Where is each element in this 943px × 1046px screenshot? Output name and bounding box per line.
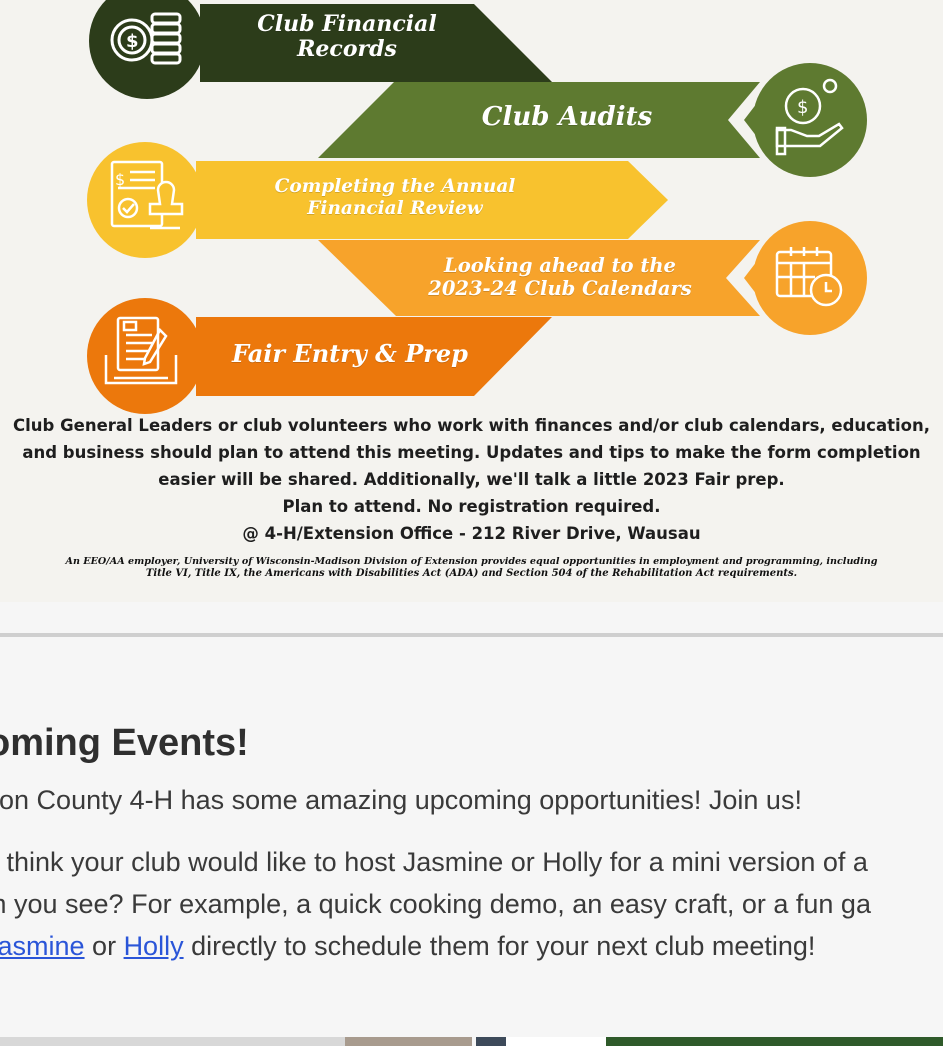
flyer-location-line: @ 4-H/Extension Office - 212 River Drive… [242,524,701,543]
banner-calendars-label: Looking ahead to the 2023-24 Club Calend… [428,254,692,300]
svg-text:$: $ [126,31,139,52]
jasmine-link[interactable]: Jasmine [0,931,85,961]
banner-review-label: Completing the Annual Financial Review [274,176,516,219]
flyer-eeo-statement: Title VI, Title IX, the Americans with D… [145,568,798,579]
events-body-line: m you see? For example, a quick cooking … [0,889,871,919]
banner-audits-label: Club Audits [481,102,653,132]
flyer-description-line: easier will be shared. Additionally, we'… [158,470,785,489]
flyer-description-line: and business should plan to attend this … [22,443,921,462]
meeting-flyer-image: $ $ $ Club Financial Records Club Audits… [0,0,943,602]
events-intro-text: non County 4-H has some amazing upcoming… [0,785,802,815]
schedule-text: directly to schedule them for your next … [183,931,816,961]
circle-records [89,0,205,99]
flyer-description-line: Club General Leaders or club volunteers … [13,416,930,435]
next-images-strip [0,1037,943,1046]
or-text: or [84,931,124,961]
events-body-line: Jasmine or Holly directly to schedule th… [0,931,815,962]
banner-fair-label: Fair Entry & Prep [232,339,468,368]
svg-text:$: $ [797,97,808,118]
circle-review [87,142,203,258]
svg-text:$: $ [115,170,125,189]
section-divider [0,633,943,637]
circle-audits [753,63,867,177]
events-heading: oming Events! [0,722,249,764]
flyer-eeo-statement: An EEO/AA employer, University of Wiscon… [65,556,878,567]
flyer-description-line: Plan to attend. No registration required… [282,497,661,516]
banner-records-label: Club Financial Records [257,11,437,63]
holly-link[interactable]: Holly [124,931,184,961]
events-body-line: u think your club would like to host Jas… [0,847,868,877]
